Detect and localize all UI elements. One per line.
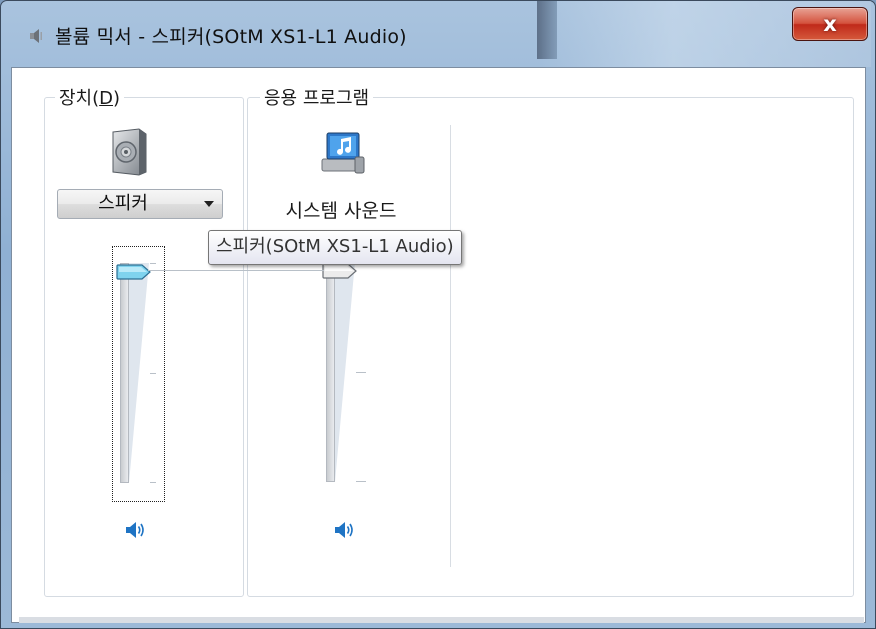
window-title: 볼륨 믹서 - 스피커(SOtM XS1-L1 Audio)	[55, 26, 407, 48]
system-sounds-mute-button[interactable]	[334, 520, 356, 540]
app-name-system-sounds: 시스템 사운드	[285, 200, 397, 222]
device-tooltip: 스피커(SOtM XS1-L1 Audio)	[208, 230, 462, 265]
slider-ticks	[150, 263, 156, 483]
slider-track	[326, 262, 335, 482]
device-volume-slider[interactable]	[112, 246, 165, 502]
speaker-small-icon	[30, 29, 42, 43]
chevron-down-icon	[204, 201, 214, 207]
title-bar[interactable]: 볼륨 믹서 - 스피커(SOtM XS1-L1 Audio) x	[1, 1, 875, 67]
system-sounds-icon[interactable]	[319, 129, 367, 177]
app-column-divider	[450, 125, 451, 567]
system-sounds-volume-slider[interactable]	[319, 262, 375, 484]
device-select[interactable]: 스피커	[57, 189, 223, 219]
volume-mixer-window: 볼륨 믹서 - 스피커(SOtM XS1-L1 Audio) x 장치(D) 스…	[0, 0, 876, 629]
slider-tick	[150, 373, 156, 374]
slider-fill	[335, 262, 355, 482]
slider-track	[120, 263, 129, 483]
slider-fill	[129, 263, 149, 483]
device-select-value: 스피커	[98, 193, 148, 214]
slider-tick	[356, 372, 366, 373]
close-icon: x	[823, 12, 837, 36]
close-button[interactable]: x	[792, 7, 868, 41]
slider-tick	[356, 481, 366, 482]
device-volume-thumb[interactable]	[116, 264, 152, 280]
system-sounds-volume-thumb[interactable]	[322, 263, 358, 279]
speaker-device-icon[interactable]	[109, 128, 149, 176]
applications-group-label: 응용 프로그램	[260, 84, 374, 110]
client-bottom-edge	[19, 617, 864, 623]
volume-link-line	[148, 270, 324, 271]
device-mute-button[interactable]	[125, 520, 147, 540]
slider-tick	[150, 482, 156, 483]
accelerator-key: D	[99, 88, 114, 109]
device-group-label: 장치(D)	[55, 84, 125, 110]
